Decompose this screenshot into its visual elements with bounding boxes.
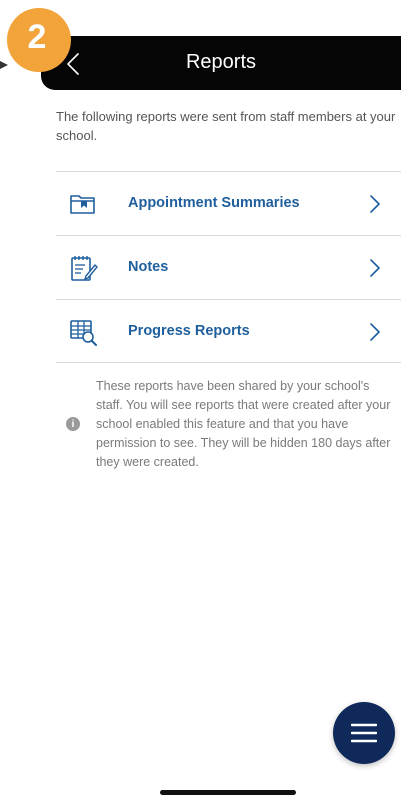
report-item-progress-reports[interactable]: Progress Reports [56,299,401,363]
report-label: Notes [128,259,169,275]
report-magnifier-icon [70,320,97,346]
info-icon: i [66,417,80,431]
reports-screen: Reports 2 The following reports were sen… [0,0,401,799]
page-title: Reports [185,51,257,73]
report-label: Appointment Summaries [128,195,300,211]
step-number: 2 [27,17,47,56]
notepad-pencil-icon [71,256,98,281]
header-bar: Reports [41,36,401,90]
hamburger-menu-icon [351,723,377,743]
report-item-appointment-summaries[interactable]: Appointment Summaries [56,171,401,235]
folder-bookmark-icon [70,195,95,214]
home-indicator[interactable] [160,790,296,795]
step-badge: 2 [7,8,71,72]
arrow-pointer-icon [0,61,8,69]
menu-button[interactable] [333,702,395,764]
chevron-right-icon [370,195,380,213]
report-label: Progress Reports [128,323,250,339]
report-list: Appointment Summaries Notes Progress Rep… [56,171,401,363]
chevron-right-icon [370,259,380,277]
chevron-right-icon [370,323,380,341]
intro-text: The following reports were sent from sta… [56,109,396,143]
info-note: These reports have been shared by your s… [96,379,391,469]
report-item-notes[interactable]: Notes [56,235,401,299]
